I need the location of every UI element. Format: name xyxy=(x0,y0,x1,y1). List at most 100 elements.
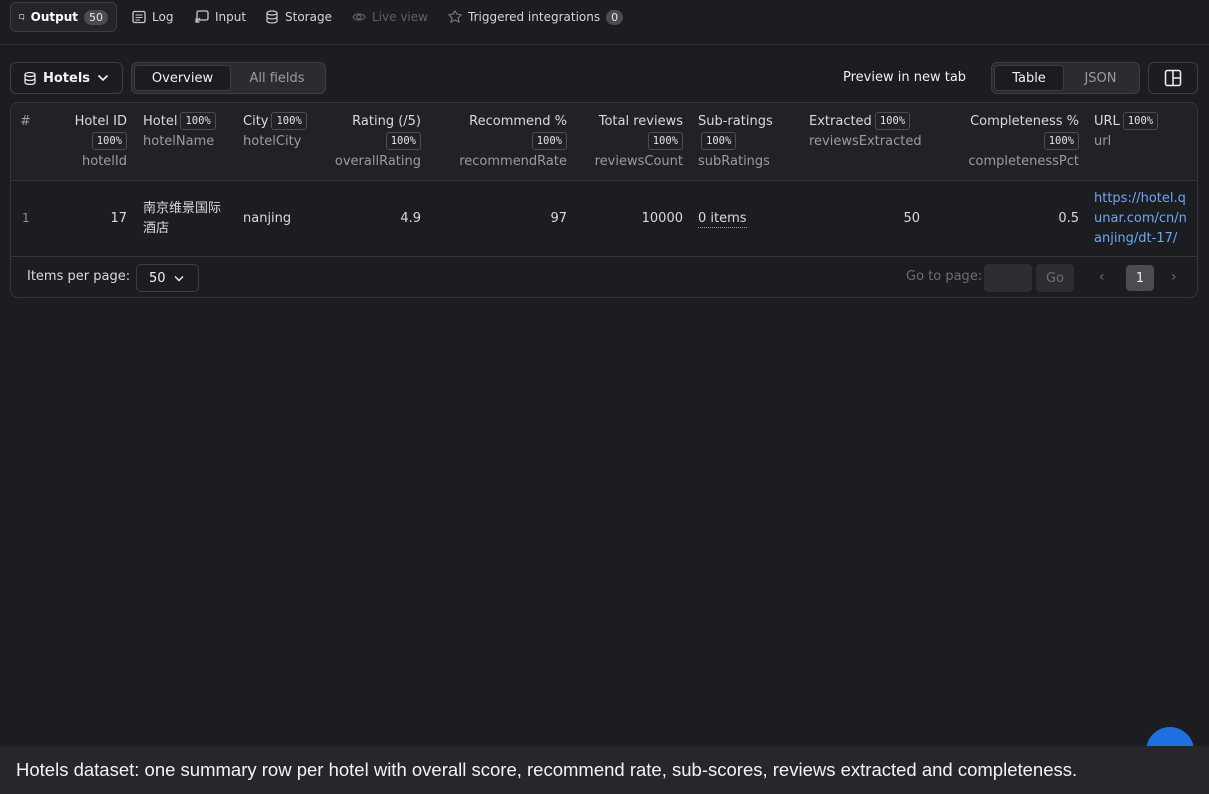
page-button-current[interactable]: 1 xyxy=(1126,265,1154,291)
column-label: Sub-ratings xyxy=(698,114,773,129)
column-header-index: # xyxy=(20,114,31,129)
column-label: Hotel ID xyxy=(74,114,127,129)
chevron-down-icon xyxy=(174,275,184,281)
cell-reviews-count: 10000 xyxy=(641,211,683,226)
column-fill-badge: 100% xyxy=(1043,132,1079,150)
log-icon xyxy=(132,10,146,24)
column-label: Completeness % xyxy=(970,114,1079,129)
format-table-button[interactable]: Table xyxy=(994,65,1064,91)
tab-output-count: 50 xyxy=(84,9,108,25)
dataset-table: # Hotel ID100% hotelId Hotel 100% hotelNa… xyxy=(10,102,1198,298)
output-icon xyxy=(19,14,25,20)
tab-input-label: Input xyxy=(215,10,247,24)
cell-hotel-id: 17 xyxy=(110,211,127,226)
column-fill-badge: 100% xyxy=(874,112,911,130)
column-header-city[interactable]: City 100% hotelCity xyxy=(243,112,323,152)
view-overview-button[interactable]: Overview xyxy=(134,65,231,91)
column-fill-badge: 100% xyxy=(271,112,307,130)
tab-integrations-count: 0 xyxy=(606,9,624,25)
output-tabbar: Output 50 Log Input Storage Live view Tr… xyxy=(0,0,1209,45)
column-field-name: hotelCity xyxy=(243,134,302,149)
column-field-name: completenessPct xyxy=(968,154,1079,169)
tab-storage[interactable]: Storage xyxy=(257,2,340,32)
cell-hotel-name: 南京维景国际酒店 xyxy=(143,201,222,236)
cell-recommend-rate: 97 xyxy=(550,211,567,226)
column-header-recommend[interactable]: Recommend % 100% recommendRate xyxy=(431,112,567,172)
column-field-name: overallRating xyxy=(334,154,421,169)
column-field-name: reviewsCount xyxy=(594,154,683,169)
goto-page-label: Go to page: xyxy=(906,269,983,284)
tab-input[interactable]: Input xyxy=(187,2,254,32)
column-field-name: reviewsExtracted xyxy=(809,134,922,149)
cell-hotel-city: nanjing xyxy=(243,211,292,226)
layout-toggle-button[interactable] xyxy=(1148,62,1198,94)
live-view-icon xyxy=(352,13,366,21)
column-label: Rating (/5) xyxy=(352,114,421,129)
format-json-button[interactable]: JSON xyxy=(1064,65,1137,91)
input-icon xyxy=(195,10,209,23)
go-button[interactable]: Go xyxy=(1036,264,1074,292)
integrations-icon xyxy=(448,10,462,24)
column-label: Total reviews xyxy=(598,114,683,129)
column-field-name: subRatings xyxy=(698,154,770,169)
tab-log[interactable]: Log xyxy=(124,2,181,32)
column-header-url[interactable]: URL 100% url xyxy=(1094,112,1194,152)
column-header-hotel[interactable]: Hotel 100% hotelName xyxy=(143,112,233,152)
items-per-page-value: 50 xyxy=(149,270,166,286)
column-header-hotel-id[interactable]: Hotel ID 100% hotelId xyxy=(45,112,127,172)
column-field-name: recommendRate xyxy=(459,154,567,169)
cell-overall-rating: 4.9 xyxy=(400,211,421,226)
tab-live-view[interactable]: Live view xyxy=(344,2,436,32)
tab-log-label: Log xyxy=(152,10,174,24)
prev-page-button[interactable]: ‹ xyxy=(1099,269,1105,285)
column-header-extracted[interactable]: Extracted 100% reviewsExtracted xyxy=(809,112,927,152)
storage-icon xyxy=(266,10,278,24)
column-field-name: url xyxy=(1094,134,1112,149)
column-header-completeness[interactable]: Completeness % 100% completenessPct xyxy=(937,112,1079,172)
row-index: 1 xyxy=(22,211,30,225)
items-per-page-select[interactable]: 50 xyxy=(136,264,199,292)
dataset-select-label: Hotels xyxy=(43,70,91,86)
column-fill-badge: 100% xyxy=(647,132,683,150)
goto-page-input[interactable] xyxy=(984,264,1032,292)
format-toggle: Table JSON xyxy=(991,62,1140,94)
cell-reviews-extracted: 50 xyxy=(903,211,920,226)
column-fill-badge: 100% xyxy=(701,132,737,150)
chevron-down-icon xyxy=(97,74,109,82)
column-field-name: hotelId xyxy=(82,154,127,169)
column-label: Extracted xyxy=(809,114,872,129)
tab-output[interactable]: Output 50 xyxy=(10,2,117,32)
tab-live-view-label: Live view xyxy=(372,10,428,24)
tab-output-label: Output xyxy=(30,10,78,24)
tab-integrations-label: Triggered integrations xyxy=(468,10,601,24)
view-all-fields-button[interactable]: All fields xyxy=(231,65,323,91)
column-fill-badge: 100% xyxy=(531,132,567,150)
column-fill-badge: 100% xyxy=(1122,112,1159,130)
column-label: URL xyxy=(1094,114,1120,129)
items-per-page-label: Items per page: xyxy=(27,269,131,284)
tab-storage-label: Storage xyxy=(285,10,332,24)
column-label: Recommend % xyxy=(469,114,567,129)
database-icon xyxy=(24,71,36,85)
column-label: Hotel xyxy=(143,114,178,129)
next-page-button[interactable]: › xyxy=(1171,269,1177,285)
layout-panel-icon xyxy=(1164,69,1182,87)
tab-triggered-integrations[interactable]: Triggered integrations 0 xyxy=(440,2,631,32)
cell-completeness: 0.5 xyxy=(1058,211,1079,226)
table-row: 1 17 南京维景国际酒店 nanjing 4.9 97 10000 0 ite… xyxy=(11,181,1197,257)
table-header: # Hotel ID100% hotelId Hotel 100% hotelNa… xyxy=(11,103,1197,181)
column-header-total-reviews[interactable]: Total reviews 100% reviewsCount xyxy=(581,112,683,172)
cell-sub-ratings[interactable]: 0 items xyxy=(698,211,747,228)
caption-text: Hotels dataset: one summary row per hote… xyxy=(0,746,1209,794)
column-header-rating[interactable]: Rating (/5) 100% overallRating xyxy=(329,112,421,172)
column-header-sub-ratings[interactable]: Sub-ratings 100% subRatings xyxy=(698,112,798,172)
preview-new-tab-link[interactable]: Preview in new tab xyxy=(843,70,966,85)
column-fill-badge: 100% xyxy=(385,132,421,150)
dataset-select[interactable]: Hotels xyxy=(10,62,123,94)
cell-url-link[interactable]: https://hotel.qunar.com/cn/nanjing/dt-17… xyxy=(1094,189,1190,249)
column-fill-badge: 100% xyxy=(180,112,216,130)
view-toggle: Overview All fields xyxy=(131,62,326,94)
column-label: City xyxy=(243,114,269,129)
column-field-name: hotelName xyxy=(143,134,215,149)
column-fill-badge: 100% xyxy=(91,132,127,150)
